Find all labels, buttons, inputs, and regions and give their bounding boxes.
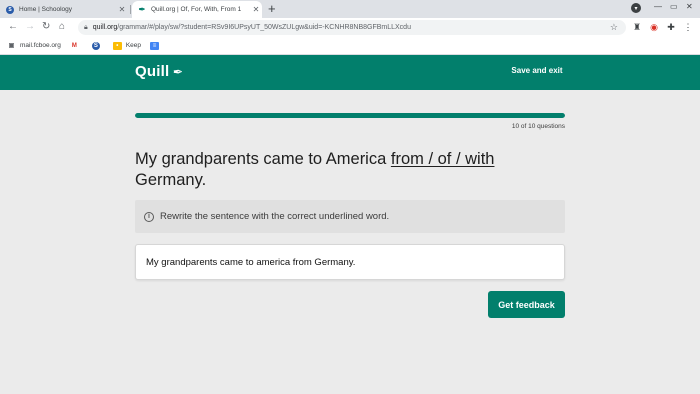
tab-schoology[interactable]: S Home | Schoology ✕ xyxy=(0,1,128,18)
folder-icon: ▣ xyxy=(8,43,15,49)
bookmark-docs[interactable]: ≡ xyxy=(150,41,163,50)
browser-tab-strip: S Home | Schoology ✕ ✒ Quill.org | Of, F… xyxy=(0,0,700,18)
answer-input[interactable] xyxy=(135,244,565,280)
get-feedback-button[interactable]: Get feedback xyxy=(488,291,565,318)
instructions-text: Rewrite the sentence with the correct un… xyxy=(160,211,390,222)
instructions-box: i Rewrite the sentence with the correct … xyxy=(135,200,565,233)
quill-header: Quill ✒ Save and exit xyxy=(0,55,700,90)
tab-title: Home | Schoology xyxy=(19,6,72,13)
schoology-icon: S xyxy=(91,41,100,50)
logo-text: Quill xyxy=(135,63,170,80)
bookmark-schoology[interactable]: S xyxy=(91,41,104,50)
url-path: /grammar/#/play/sw/?student=RSv9I6UPsyUT… xyxy=(117,24,411,31)
progress-bar xyxy=(135,113,565,118)
bookmark-gmail[interactable]: M xyxy=(70,42,83,50)
progress-label: 10 of 10 questions xyxy=(511,123,565,130)
menu-icon[interactable]: ⋮ xyxy=(683,21,693,33)
new-tab-button[interactable]: + xyxy=(268,1,276,17)
prompt-text-after: Germany. xyxy=(135,171,207,189)
prompt-text-before: My grandparents came to America xyxy=(135,150,391,168)
extension-icon[interactable]: ◉ xyxy=(649,21,659,33)
minimize-icon[interactable]: — xyxy=(654,2,662,11)
save-and-exit-button[interactable]: Save and exit xyxy=(506,66,568,75)
close-icon[interactable]: ✕ xyxy=(250,5,262,14)
quill-feather-icon: ✒ xyxy=(138,5,146,14)
home-icon[interactable]: ⌂ xyxy=(59,20,65,34)
puzzle-icon[interactable]: ✚ xyxy=(666,21,676,33)
extension-icon[interactable]: ♜ xyxy=(632,21,642,33)
bookmark-star-icon[interactable]: ☆ xyxy=(610,22,618,33)
bookmark-label: mail.fcboe.org xyxy=(20,42,61,49)
docs-icon: ≡ xyxy=(150,41,160,50)
browser-toolbar: ← → ↻ ⌂ 🔒︎ quill.org /grammar/#/play/sw/… xyxy=(0,18,700,37)
tab-title: Quill.org | Of, For, With, From 1 xyxy=(151,6,242,13)
lock-icon: 🔒︎ xyxy=(84,23,88,31)
address-bar[interactable]: 🔒︎ quill.org /grammar/#/play/sw/?student… xyxy=(78,20,626,35)
bookmarks-bar: ▣ mail.fcboe.org M S • Keep ≡ xyxy=(0,37,700,55)
tab-quill[interactable]: ✒ Quill.org | Of, For, With, From 1 ✕ xyxy=(132,1,262,18)
url-host: quill.org xyxy=(92,24,118,31)
bookmark-label: Keep xyxy=(125,42,142,49)
bookmark-keep[interactable]: • Keep xyxy=(112,41,142,50)
quill-logo[interactable]: Quill ✒ xyxy=(135,63,183,80)
back-icon[interactable]: ← xyxy=(8,20,18,34)
window-close-icon[interactable]: ✕ xyxy=(686,2,693,11)
bookmark-mail-fcboe[interactable]: ▣ mail.fcboe.org xyxy=(7,42,61,50)
question-prompt: My grandparents came to America from / o… xyxy=(135,149,565,191)
feather-icon: ✒ xyxy=(169,65,184,79)
prompt-underlined-choices: from / of / with xyxy=(390,150,495,168)
maximize-icon[interactable]: ▭ xyxy=(670,2,678,11)
progress-fill xyxy=(135,113,565,118)
reload-icon[interactable]: ↻ xyxy=(42,20,50,34)
gmail-icon: M xyxy=(71,42,77,49)
info-icon: i xyxy=(144,211,154,222)
tab-separator xyxy=(130,5,131,14)
schoology-icon: S xyxy=(6,5,14,14)
keep-icon: • xyxy=(112,41,122,50)
forward-icon[interactable]: → xyxy=(25,20,35,34)
close-icon[interactable]: ✕ xyxy=(116,5,128,14)
profile-icon[interactable]: ▾ xyxy=(631,3,641,13)
